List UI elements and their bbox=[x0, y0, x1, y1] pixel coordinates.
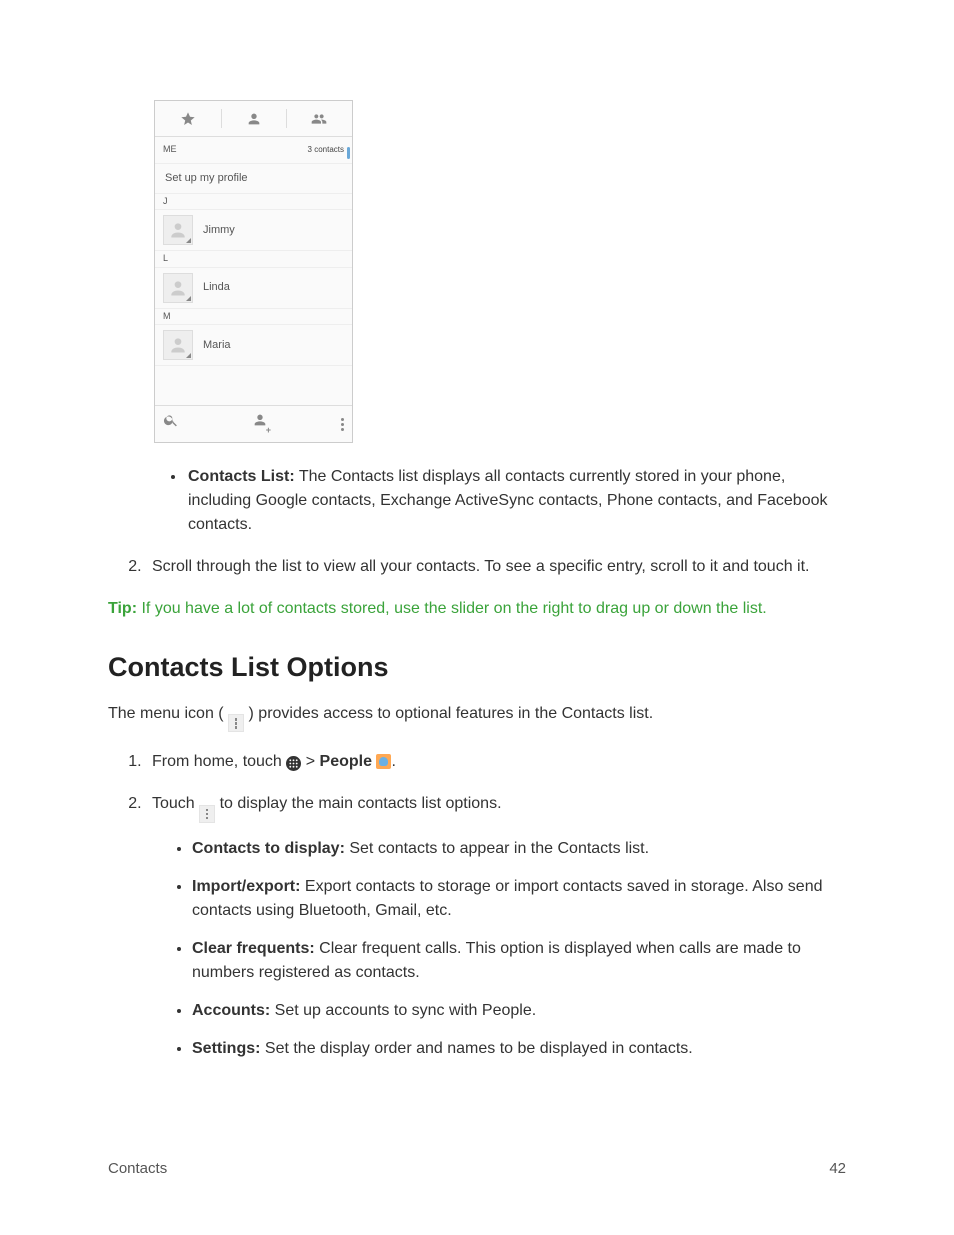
section-header-j: J bbox=[155, 194, 352, 211]
step-gt: > bbox=[306, 753, 320, 770]
step-text: to display the main contacts list option… bbox=[220, 795, 502, 812]
list-item: Accounts: Set up accounts to sync with P… bbox=[192, 999, 846, 1023]
option-label: Import/export: bbox=[192, 878, 300, 895]
search-icon bbox=[163, 412, 179, 428]
scroll-indicator[interactable] bbox=[347, 147, 350, 159]
option-text: Set the display order and names to be di… bbox=[260, 1040, 692, 1057]
me-label: ME bbox=[163, 143, 177, 157]
contact-row[interactable]: Jimmy bbox=[155, 210, 352, 251]
person-icon bbox=[246, 111, 262, 127]
step-2b: Touch to display the main contacts list … bbox=[146, 792, 846, 1061]
footer-page-number: 42 bbox=[829, 1158, 846, 1181]
menu-button[interactable] bbox=[341, 418, 344, 431]
option-text: Set contacts to appear in the Contacts l… bbox=[345, 840, 649, 857]
list-item: Settings: Set the display order and name… bbox=[192, 1037, 846, 1061]
list-item: Contacts to display: Set contacts to app… bbox=[192, 837, 846, 861]
plus-icon: + bbox=[266, 424, 271, 438]
document-page: ME 3 contacts Set up my profile J Jimmy … bbox=[0, 0, 954, 1235]
phone-tab-bar bbox=[155, 101, 352, 137]
bullet-label: Contacts List: bbox=[188, 468, 295, 485]
people-app-icon bbox=[376, 754, 391, 769]
step-period: . bbox=[391, 753, 395, 770]
avatar bbox=[163, 273, 193, 303]
intro-after: ) provides access to optional features i… bbox=[249, 705, 654, 722]
section-heading: Contacts List Options bbox=[108, 647, 846, 688]
tip-label: Tip: bbox=[108, 600, 137, 617]
page-footer: Contacts 42 bbox=[108, 1158, 846, 1181]
option-label: Accounts: bbox=[192, 1002, 270, 1019]
tab-groups[interactable] bbox=[286, 101, 352, 136]
avatar bbox=[163, 215, 193, 245]
step-text: From home, touch bbox=[152, 753, 286, 770]
tab-favorites[interactable] bbox=[155, 101, 221, 136]
menu-icon bbox=[228, 714, 244, 732]
setup-profile[interactable]: Set up my profile bbox=[155, 164, 352, 194]
me-header: ME 3 contacts bbox=[155, 137, 352, 164]
tab-contacts[interactable] bbox=[221, 101, 287, 136]
intro-bullets: Contacts List: The Contacts list display… bbox=[108, 465, 846, 537]
contact-name: Linda bbox=[203, 279, 230, 296]
step-list-top: Scroll through the list to view all your… bbox=[108, 555, 846, 579]
option-label: Settings: bbox=[192, 1040, 260, 1057]
menu-icon bbox=[199, 805, 215, 823]
list-item: Import/export: Export contacts to storag… bbox=[192, 875, 846, 923]
step-text: Touch bbox=[152, 795, 199, 812]
contact-count: 3 contacts bbox=[308, 144, 344, 156]
person-icon bbox=[168, 335, 188, 355]
list-item: Contacts List: The Contacts list display… bbox=[186, 465, 846, 537]
step-people-label: People bbox=[320, 753, 372, 770]
intro-before: The menu icon ( bbox=[108, 705, 224, 722]
intro-paragraph: The menu icon ( ) provides access to opt… bbox=[108, 702, 846, 733]
search-button[interactable] bbox=[163, 412, 179, 436]
avatar bbox=[163, 330, 193, 360]
phone-screenshot: ME 3 contacts Set up my profile J Jimmy … bbox=[154, 100, 353, 443]
options-list: Contacts to display: Set contacts to app… bbox=[152, 837, 846, 1061]
tip-line: Tip: If you have a lot of contacts store… bbox=[108, 597, 846, 621]
group-icon bbox=[311, 111, 327, 127]
person-icon bbox=[168, 220, 188, 240]
list-item: Clear frequents: Clear frequent calls. T… bbox=[192, 937, 846, 985]
star-icon bbox=[180, 111, 196, 127]
phone-contact-list[interactable]: ME 3 contacts Set up my profile J Jimmy … bbox=[155, 137, 352, 405]
section-header-m: M bbox=[155, 309, 352, 326]
option-label: Contacts to display: bbox=[192, 840, 345, 857]
person-icon bbox=[168, 278, 188, 298]
option-text: Set up accounts to sync with People. bbox=[270, 1002, 536, 1019]
step-list: From home, touch > People . Touch to dis… bbox=[108, 750, 846, 1061]
contact-row[interactable]: Maria bbox=[155, 325, 352, 366]
phone-footer: + bbox=[155, 405, 352, 442]
contact-row[interactable]: Linda bbox=[155, 268, 352, 309]
footer-section: Contacts bbox=[108, 1158, 167, 1181]
step-2: Scroll through the list to view all your… bbox=[146, 555, 846, 579]
tip-text: If you have a lot of contacts stored, us… bbox=[137, 600, 767, 617]
step-1: From home, touch > People . bbox=[146, 750, 846, 774]
section-header-l: L bbox=[155, 251, 352, 268]
contact-name: Jimmy bbox=[203, 222, 235, 239]
apps-icon bbox=[286, 756, 301, 771]
contact-name: Maria bbox=[203, 337, 231, 354]
add-contact-button[interactable]: + bbox=[252, 412, 268, 436]
option-label: Clear frequents: bbox=[192, 940, 315, 957]
